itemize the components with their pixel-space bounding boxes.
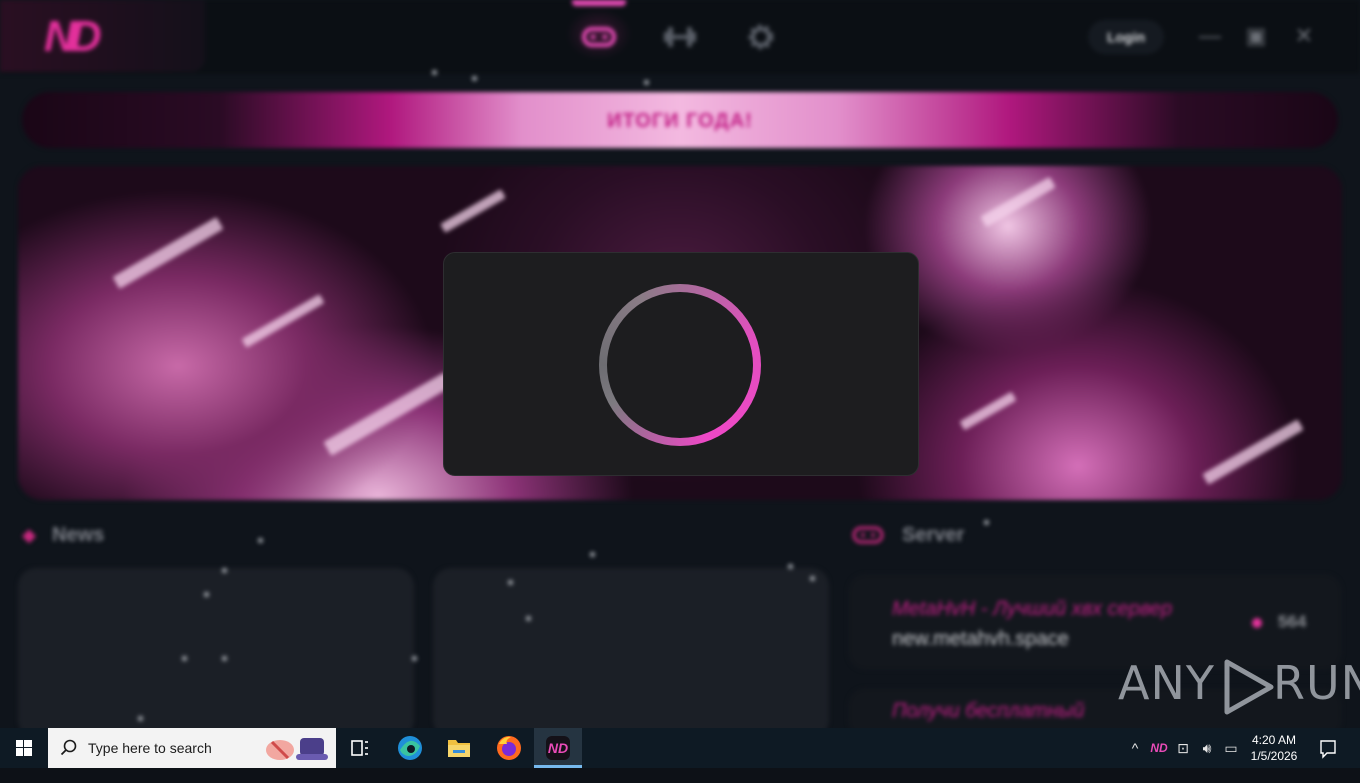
meet-now-icon[interactable]: ⊡ [1172,728,1194,768]
particle [138,716,143,721]
particle [412,656,417,661]
server-name: MetaHvH - Лучший хвх сервер [892,598,1173,620]
taskbar-search-box[interactable]: Type here to search [48,728,336,768]
hero-shard [241,294,325,348]
watermark-left: ANY [1118,656,1215,710]
banner-label: ИТОГИ ГОДА! [607,110,753,132]
volume-icon[interactable]: 🔊︎ [1196,728,1218,768]
server-name: Получи бесплатный [892,700,1085,722]
search-highlight-icon [266,738,328,760]
nav-active-indicator [572,0,626,6]
hero-shard [1202,419,1304,485]
app-logo: ND [44,12,102,61]
news-title: News [52,524,105,546]
particle [472,76,477,81]
particle [182,656,187,661]
particle [258,538,263,543]
network-icon[interactable]: ▭ [1220,728,1242,768]
launcher-window: ND Login — ▣ ✕ ИТОГИ ГОДА! ◆ News Server… [0,0,1360,728]
hero-shard [440,189,506,233]
spinner-ring [599,284,761,446]
search-icon [60,739,77,756]
search-placeholder: Type here to search [88,740,212,756]
hero-shard [323,372,453,456]
news-card[interactable] [433,568,829,728]
particle [222,568,227,573]
particle [508,580,513,585]
particle [810,576,815,581]
windows-start-icon[interactable] [0,728,48,768]
particle [526,616,531,621]
minimize-icon[interactable]: — [1196,22,1224,50]
notification-icon[interactable] [1314,728,1342,768]
watermark-right: RUN [1272,656,1360,710]
particle [222,656,227,661]
particle [644,80,649,85]
dumbbell-icon[interactable] [662,22,698,52]
nd-tray-icon[interactable]: ND [1148,728,1170,768]
hero-shard [959,391,1017,431]
close-icon[interactable]: ✕ [1290,22,1318,50]
chevron-up-icon[interactable]: ^ [1126,728,1144,768]
particle [788,564,793,569]
particle [432,70,437,75]
gamepad-icon[interactable] [581,22,617,52]
task-view-icon[interactable] [336,728,384,768]
anyrun-watermark: ANY RUN [1118,656,1360,720]
particle [204,592,209,597]
gamepad-icon [852,524,884,546]
logo-area: ND [0,0,205,72]
taskbar: Type here to search ND ^ ND ⊡ 🔊︎ ▭ 4:20 … [0,728,1360,768]
file-explorer-icon[interactable] [435,728,483,768]
server-title: Server [902,524,965,546]
nd-launcher-icon[interactable]: ND [534,728,582,768]
hero-shard [980,176,1056,228]
maximize-icon[interactable]: ▣ [1242,22,1270,50]
svg-text:ND: ND [548,740,568,756]
edge-icon[interactable] [386,728,434,768]
clock-time: 4:20 AM [1251,733,1297,747]
particle [590,552,595,557]
promo-banner[interactable]: ИТОГИ ГОДА! [22,92,1338,148]
online-dot-icon [1252,618,1262,628]
gear-icon[interactable] [743,22,779,52]
firefox-icon[interactable] [485,728,533,768]
clock-date: 1/5/2026 [1250,749,1298,763]
diamond-icon: ◆ [22,525,36,545]
taskbar-clock[interactable]: 4:20 AM 1/5/2026 [1244,732,1304,764]
server-address: new.metahvh.space [892,628,1069,650]
hero-shard [112,216,224,290]
play-icon [1224,659,1274,714]
particle [984,520,989,525]
login-button[interactable]: Login [1088,20,1164,54]
news-card[interactable] [18,568,414,728]
server-online-count: 564 [1278,612,1307,631]
title-bar: ND Login — ▣ ✕ [0,0,1360,74]
